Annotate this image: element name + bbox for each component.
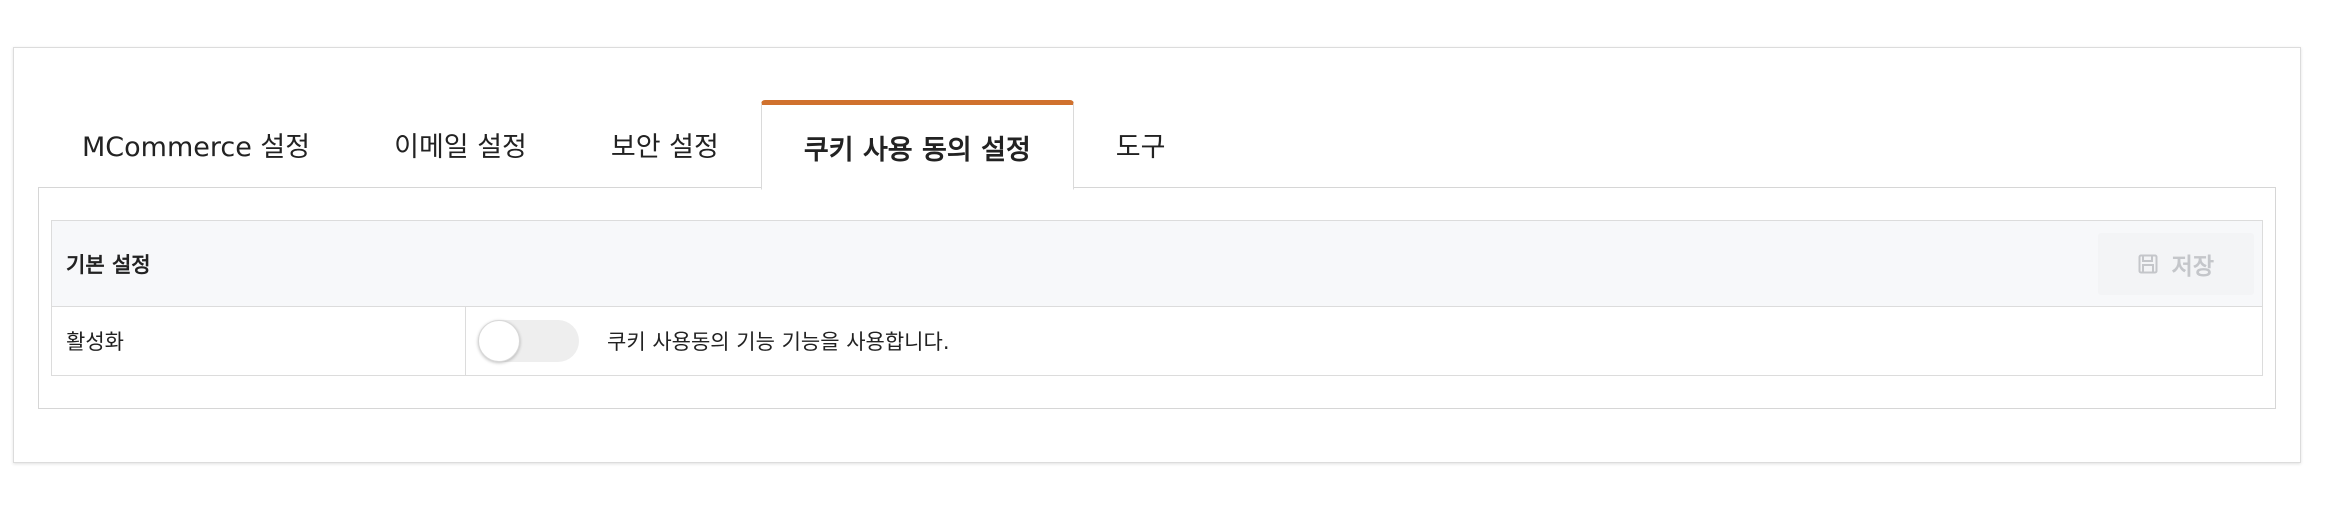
- floppy-disk-icon: [2138, 254, 2158, 274]
- toggle-knob: [478, 320, 520, 362]
- settings-tabs: MCommerce 설정 이메일 설정 보안 설정 쿠키 사용 동의 설정 도구: [40, 100, 1208, 190]
- toggle-description: 쿠키 사용동의 기능 기능을 사용합니다.: [607, 330, 950, 354]
- section-header: 기본 설정 저장: [52, 221, 2262, 307]
- tab-email[interactable]: 이메일 설정: [352, 100, 569, 189]
- tab-cookie-consent[interactable]: 쿠키 사용 동의 설정: [760, 100, 1074, 190]
- tab-security[interactable]: 보안 설정: [569, 100, 761, 189]
- tab-tools[interactable]: 도구: [1074, 100, 1208, 189]
- tab-panel: 기본 설정 저장 활성화 쿠키 사용동의 기능 기능을 사용합니다.: [38, 187, 2276, 409]
- save-button[interactable]: 저장: [2097, 232, 2254, 295]
- row-value: 쿠키 사용동의 기능 기능을 사용합니다.: [466, 307, 2262, 375]
- table-row: 활성화 쿠키 사용동의 기능 기능을 사용합니다.: [52, 307, 2262, 375]
- row-label-enable: 활성화: [52, 307, 466, 375]
- save-button-label: 저장: [2171, 253, 2214, 280]
- tab-mcommerce[interactable]: MCommerce 설정: [40, 100, 352, 189]
- enable-toggle[interactable]: [478, 320, 579, 362]
- section-title: 기본 설정: [66, 252, 151, 277]
- settings-table: 기본 설정 저장 활성화 쿠키 사용동의 기능 기능을 사용합니다.: [51, 220, 2263, 376]
